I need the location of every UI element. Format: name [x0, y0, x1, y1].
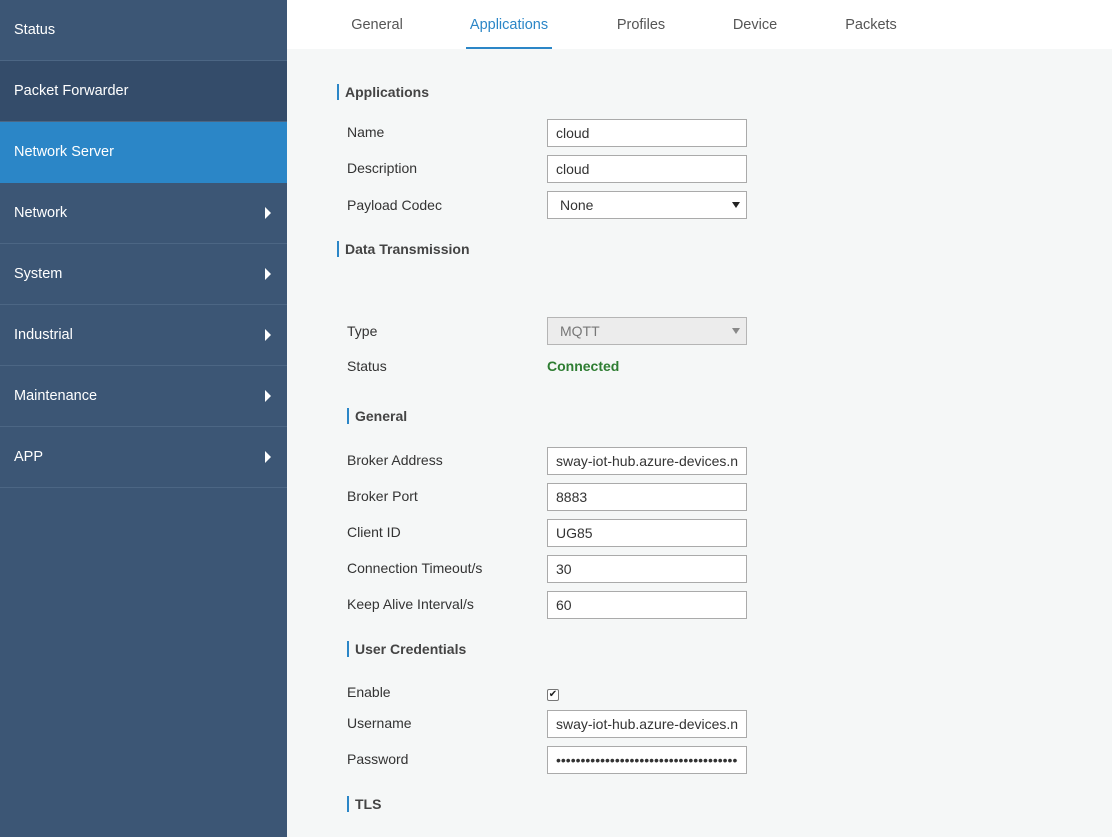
payload-codec-label: Payload Codec [347, 197, 442, 213]
sidebar-item-label: Network Server [14, 144, 114, 160]
broker-address-input[interactable] [547, 447, 747, 475]
tab-applications[interactable]: Applications [466, 0, 552, 49]
type-value: MQTT [560, 323, 600, 339]
connection-timeout-label: Connection Timeout/s [347, 560, 483, 576]
tab-label: General [351, 16, 403, 33]
sidebar-item-network[interactable]: Network [0, 183, 287, 244]
type-label: Type [347, 323, 378, 339]
app-window: Status Packet Forwarder Network Server N… [0, 0, 1112, 837]
keep-alive-input[interactable] [547, 591, 747, 619]
enable-label: Enable [347, 684, 391, 700]
tab-profiles[interactable]: Profiles [615, 0, 667, 49]
tab-packets[interactable]: Packets [844, 0, 898, 49]
chevron-right-icon [265, 451, 271, 463]
broker-port-input[interactable] [547, 483, 747, 511]
tab-label: Device [732, 16, 778, 33]
sidebar-item-maintenance[interactable]: Maintenance [0, 366, 287, 427]
tab-device[interactable]: Device [732, 0, 778, 49]
sidebar-item-app[interactable]: APP [0, 427, 287, 488]
tab-bar: General Applications Profiles Device Pac… [287, 0, 1112, 49]
password-input[interactable] [547, 746, 747, 774]
tab-label: Profiles [616, 16, 666, 33]
chevron-right-icon [265, 390, 271, 402]
sidebar-item-label: APP [14, 449, 44, 465]
main-content: Applications Name Description Payload Co… [287, 49, 1112, 837]
section-title-applications: Applications [337, 84, 429, 100]
client-id-label: Client ID [347, 524, 401, 540]
name-input[interactable] [547, 119, 747, 147]
section-title-general: General [347, 408, 407, 424]
sidebar-item-label: System [14, 266, 63, 282]
caret-down-icon [732, 202, 740, 208]
section-title-data-transmission: Data Transmission [337, 241, 470, 257]
enable-checkbox[interactable]: ✔ [547, 689, 559, 701]
broker-address-label: Broker Address [347, 452, 443, 468]
chevron-right-icon [265, 329, 271, 341]
sidebar-item-industrial[interactable]: Industrial [0, 305, 287, 366]
tab-label: Packets [845, 16, 897, 33]
chevron-right-icon [265, 207, 271, 219]
chevron-right-icon [265, 268, 271, 280]
sidebar-item-network-server[interactable]: Network Server [0, 122, 287, 183]
description-input[interactable] [547, 155, 747, 183]
broker-port-label: Broker Port [347, 488, 418, 504]
client-id-input[interactable] [547, 519, 747, 547]
section-title-user-credentials: User Credentials [347, 641, 466, 657]
description-label: Description [347, 160, 418, 176]
password-label: Password [347, 751, 409, 767]
sidebar-item-label: Network [14, 205, 68, 221]
sidebar-item-system[interactable]: System [0, 244, 287, 305]
section-title-tls: TLS [347, 796, 381, 812]
connection-timeout-input[interactable] [547, 555, 747, 583]
keep-alive-label: Keep Alive Interval/s [347, 596, 474, 612]
sidebar-item-status[interactable]: Status [0, 0, 287, 61]
payload-codec-select[interactable]: None [547, 191, 747, 219]
username-input[interactable] [547, 710, 747, 738]
name-label: Name [347, 124, 385, 140]
tab-label: Applications [469, 16, 549, 33]
connection-status-value: Connected [547, 358, 620, 374]
status-label: Status [347, 358, 387, 374]
sidebar-item-label: Packet Forwarder [14, 83, 129, 99]
sidebar-item-label: Maintenance [14, 388, 98, 404]
sidebar-item-label: Industrial [14, 327, 73, 343]
payload-codec-value: None [560, 197, 594, 213]
sidebar: Status Packet Forwarder Network Server N… [0, 0, 287, 837]
tab-general[interactable]: General [349, 0, 405, 49]
username-label: Username [347, 715, 412, 731]
type-select: MQTT [547, 317, 747, 345]
caret-down-icon [732, 328, 740, 334]
sidebar-item-packet-forwarder[interactable]: Packet Forwarder [0, 61, 287, 122]
sidebar-item-label: Status [14, 22, 56, 38]
